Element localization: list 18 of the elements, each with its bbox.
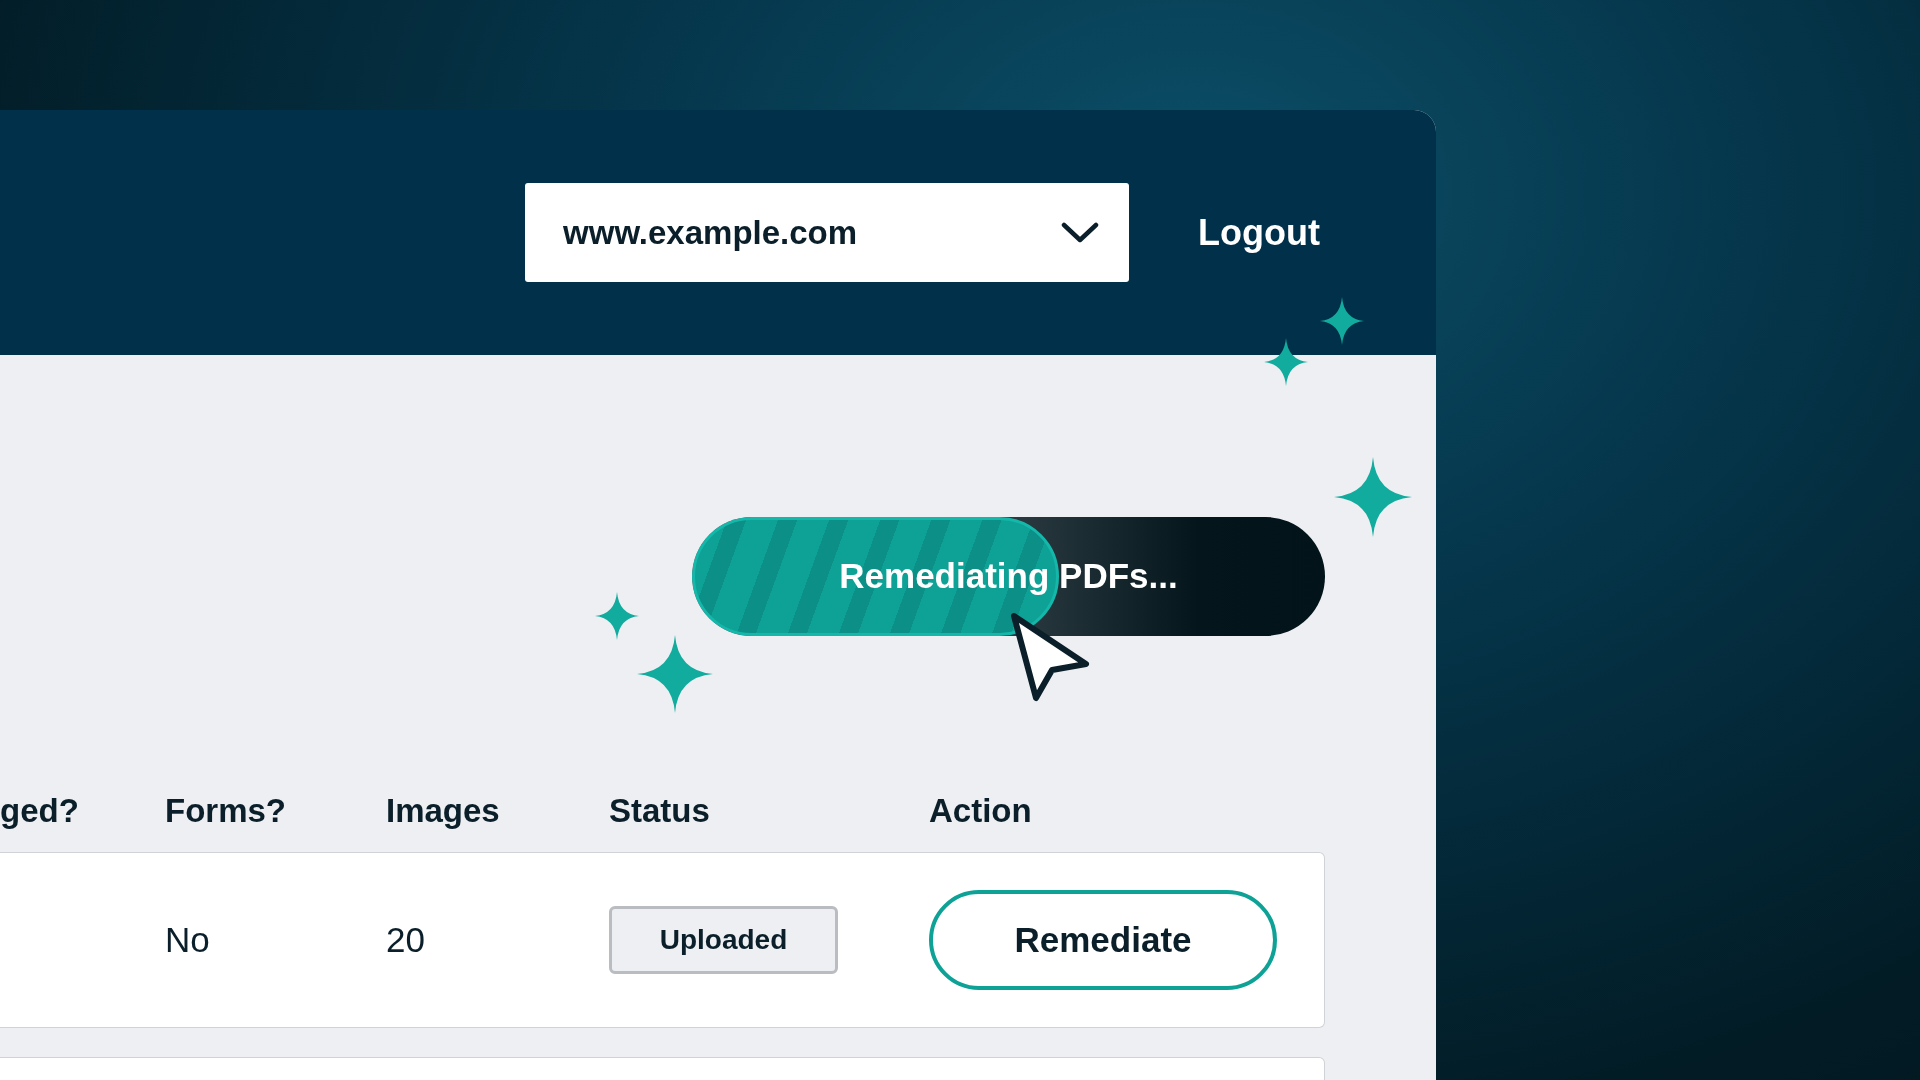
column-header: Forms? (165, 792, 286, 829)
sparkle-icon (1264, 338, 1308, 386)
table-cell: No (165, 919, 210, 959)
column-header: ged? (0, 792, 79, 829)
sparkle-icon (1320, 297, 1364, 345)
table-cell: 20 (386, 919, 425, 959)
remediate-button[interactable]: Remediate (929, 890, 1277, 990)
chevron-down-icon (1061, 220, 1100, 245)
status-badge: Uploaded (609, 906, 838, 974)
column-header: Action (929, 792, 1032, 829)
logout-link[interactable]: Logout (1198, 205, 1320, 260)
sparkle-icon (1334, 457, 1412, 537)
cursor-icon (1008, 610, 1092, 704)
progress-label: Remediating PDFs... (839, 555, 1178, 598)
dropdown-value: www.example.com (563, 212, 858, 253)
column-header: Status (609, 792, 710, 829)
site-dropdown[interactable]: www.example.com (525, 183, 1130, 282)
column-header: Images (386, 792, 500, 829)
